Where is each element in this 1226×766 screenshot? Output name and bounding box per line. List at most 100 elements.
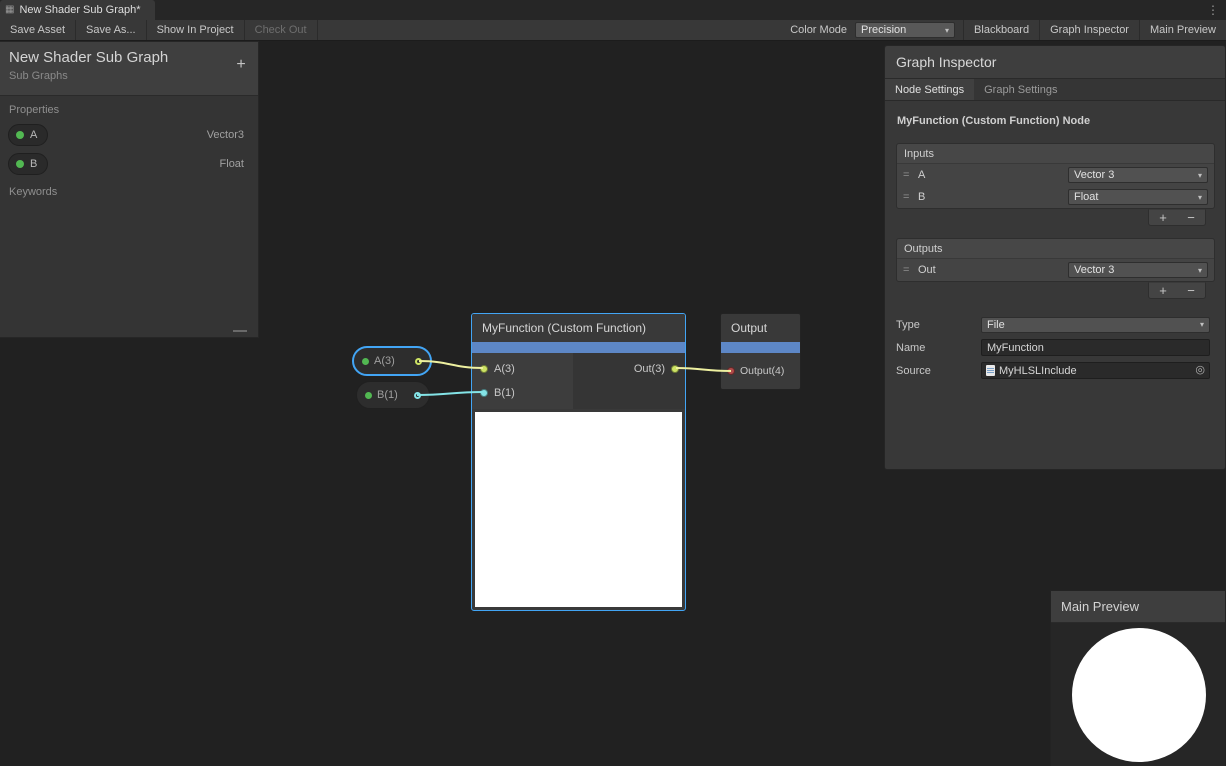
preview-sphere [1072,628,1206,762]
input-port-a-label: A(3) [494,363,515,375]
inputs-list-footer: + − [1148,209,1206,226]
outputs-list: Outputs = Out Vector 3 ▾ [896,238,1215,282]
property-pill-a-label: A [30,129,37,141]
input-row-b: = B Float ▾ [897,186,1214,208]
blackboard-panel: New Shader Sub Graph Sub Graphs + Proper… [0,41,259,338]
main-preview-body[interactable] [1051,623,1225,765]
main-preview-toggle-button[interactable]: Main Preview [1139,20,1226,40]
input-ports: A(3) B(1) [472,353,573,409]
object-picker-icon[interactable]: ◎ [1195,365,1205,376]
drag-handle-icon[interactable]: = [903,169,918,181]
exposed-property-icon [362,358,369,365]
output-node-title[interactable]: Output [721,314,800,342]
property-node-b[interactable]: B(1) [356,381,430,409]
blackboard-property-row: A Vector3 [0,120,258,149]
property-node-b-label: B(1) [377,389,398,401]
input-port-row-a: A(3) [472,357,573,381]
show-in-project-button[interactable]: Show In Project [147,20,245,40]
tab-node-settings[interactable]: Node Settings [885,79,974,100]
name-field-row: Name MyFunction [896,336,1210,359]
check-out-button: Check Out [245,20,318,40]
window-menu-icon[interactable]: ⋮ [1207,3,1219,17]
remove-input-button[interactable]: − [1177,210,1205,225]
save-as-button[interactable]: Save As... [76,20,147,40]
graph-inspector-content: MyFunction (Custom Function) Node Inputs… [885,101,1225,469]
exposed-property-icon [365,392,372,399]
blackboard-toggle-button[interactable]: Blackboard [963,20,1039,40]
add-property-button[interactable]: + [232,56,250,74]
inputs-list: Inputs = A Vector 3 ▾ = B Float ▾ [896,143,1215,209]
chevron-down-icon: ▾ [1196,320,1204,329]
subgraph-output-node[interactable]: Output Output(4) [720,313,801,390]
drag-handle-icon[interactable]: = [903,191,918,203]
property-b-output-port[interactable] [414,392,421,399]
tab-graph-settings[interactable]: Graph Settings [974,79,1067,100]
name-input[interactable]: MyFunction [981,339,1210,356]
blackboard-subtitle: Sub Graphs [9,70,248,82]
color-mode-dropdown[interactable]: Precision ▾ [855,22,955,38]
inputs-list-header: Inputs [897,144,1214,164]
document-tab-label: New Shader Sub Graph* [19,4,140,16]
hlsl-file-icon [986,365,995,376]
chevron-down-icon: ▾ [1194,193,1202,202]
output-node-input-port[interactable] [727,367,735,375]
custom-function-node[interactable]: MyFunction (Custom Function) A(3) B(1) O… [471,313,686,611]
blackboard-resize-handle[interactable] [233,330,247,332]
color-mode-dropdown-value: Precision [861,24,906,36]
node-category-strip [721,342,800,353]
property-node-a[interactable]: A(3) [352,346,432,376]
input-port-b[interactable] [480,389,488,397]
input-row-a: = A Vector 3 ▾ [897,164,1214,186]
chevron-down-icon: ▾ [941,26,949,35]
add-output-button[interactable]: + [1149,283,1177,298]
property-a-output-port[interactable] [415,358,422,365]
main-preview-header[interactable]: Main Preview [1051,591,1225,623]
input-b-name[interactable]: B [918,191,1068,203]
outputs-list-header: Outputs [897,239,1214,259]
node-ports: A(3) B(1) Out(3) [472,353,685,409]
shader-graph-icon: ▦ [5,5,14,15]
document-tab[interactable]: ▦ New Shader Sub Graph* [0,0,155,20]
input-b-type-value: Float [1074,191,1098,203]
name-label: Name [896,342,981,354]
source-object-field[interactable]: MyHLSLInclude ◎ [981,362,1210,379]
input-port-b-label: B(1) [494,387,515,399]
toolbar: Save Asset Save As... Show In Project Ch… [0,20,1226,41]
source-value: MyHLSLInclude [999,365,1077,377]
property-pill-b-label: B [30,158,37,170]
drag-handle-icon[interactable]: = [903,264,918,276]
property-pill-a[interactable]: A [8,124,48,146]
output-node-port-label: Output(4) [740,365,784,377]
node-settings-title: MyFunction (Custom Function) Node [897,115,1215,127]
blackboard-header[interactable]: New Shader Sub Graph Sub Graphs + [0,42,258,96]
toolbar-right-group: Color Mode Precision ▾ Blackboard Graph … [782,20,1226,40]
source-field-row: Source MyHLSLInclude ◎ [896,359,1210,382]
input-a-type-dropdown[interactable]: Vector 3 ▾ [1068,167,1208,183]
input-port-a[interactable] [480,365,488,373]
property-a-type: Vector3 [207,129,244,141]
output-port-label: Out(3) [634,363,665,375]
source-label: Source [896,365,981,377]
node-category-strip [472,342,685,353]
output-out-type-value: Vector 3 [1074,264,1114,276]
type-dropdown[interactable]: File ▾ [981,317,1210,333]
output-out-name[interactable]: Out [918,264,1068,276]
color-mode-label: Color Mode [782,24,855,36]
blackboard-property-row: B Float [0,149,258,178]
graph-inspector-toggle-button[interactable]: Graph Inspector [1039,20,1139,40]
exposed-property-icon [16,131,24,139]
property-pill-b[interactable]: B [8,153,48,175]
remove-output-button[interactable]: − [1177,283,1205,298]
input-b-type-dropdown[interactable]: Float ▾ [1068,189,1208,205]
custom-function-node-title[interactable]: MyFunction (Custom Function) [472,314,685,342]
input-port-row-b: B(1) [472,381,573,405]
add-input-button[interactable]: + [1149,210,1177,225]
output-port-out[interactable] [671,365,679,373]
property-node-a-label: A(3) [374,355,395,367]
outputs-list-footer: + − [1148,282,1206,299]
input-a-name[interactable]: A [918,169,1068,181]
output-out-type-dropdown[interactable]: Vector 3 ▾ [1068,262,1208,278]
save-asset-button[interactable]: Save Asset [0,20,76,40]
output-row-out: = Out Vector 3 ▾ [897,259,1214,281]
graph-inspector-header[interactable]: Graph Inspector [885,46,1225,79]
